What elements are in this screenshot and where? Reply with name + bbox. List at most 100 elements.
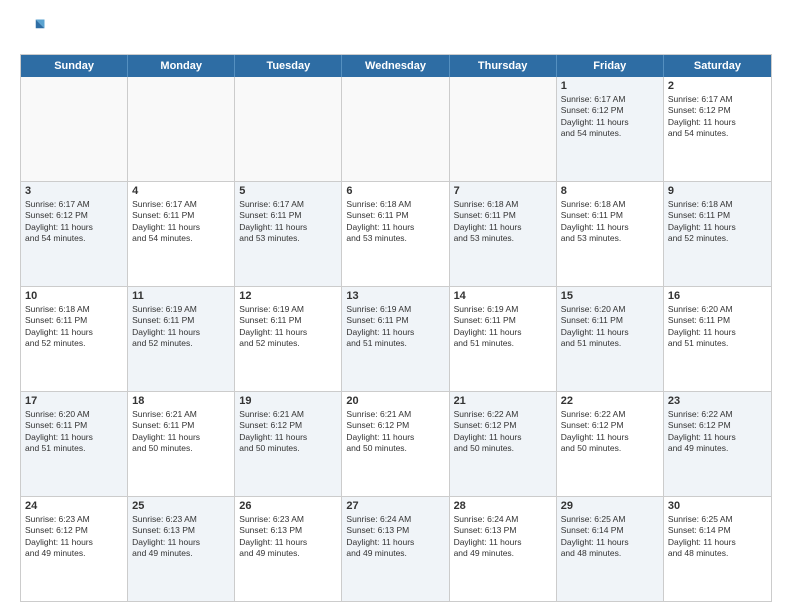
- cell-detail: Sunrise: 6:21 AM Sunset: 6:11 PM Dayligh…: [132, 409, 230, 455]
- calendar-cell: [235, 77, 342, 181]
- calendar-cell: [128, 77, 235, 181]
- calendar-body: 1 Sunrise: 6:17 AM Sunset: 6:12 PM Daylig…: [21, 77, 771, 601]
- cell-detail: Sunrise: 6:17 AM Sunset: 6:12 PM Dayligh…: [561, 94, 659, 140]
- calendar-cell: 29 Sunrise: 6:25 AM Sunset: 6:14 PM Dayli…: [557, 497, 664, 601]
- calendar-row: 1 Sunrise: 6:17 AM Sunset: 6:12 PM Daylig…: [21, 77, 771, 182]
- calendar-cell: 9Sunrise: 6:18 AM Sunset: 6:11 PM Daylig…: [664, 182, 771, 286]
- header: [20, 16, 772, 44]
- cell-detail: Sunrise: 6:20 AM Sunset: 6:11 PM Dayligh…: [561, 304, 659, 350]
- calendar-cell: [342, 77, 449, 181]
- cell-detail: Sunrise: 6:18 AM Sunset: 6:11 PM Dayligh…: [561, 199, 659, 245]
- calendar-cell: [21, 77, 128, 181]
- day-number: 25: [132, 500, 230, 512]
- day-number: 11: [132, 290, 230, 302]
- day-number: 20: [346, 395, 444, 407]
- calendar-cell: 20 Sunrise: 6:21 AM Sunset: 6:12 PM Dayli…: [342, 392, 449, 496]
- weekday-header: Tuesday: [235, 55, 342, 77]
- cell-detail: Sunrise: 6:22 AM Sunset: 6:12 PM Dayligh…: [454, 409, 552, 455]
- weekday-header: Friday: [557, 55, 664, 77]
- page: SundayMondayTuesdayWednesdayThursdayFrid…: [0, 0, 792, 612]
- calendar-cell: 27 Sunrise: 6:24 AM Sunset: 6:13 PM Dayli…: [342, 497, 449, 601]
- calendar-cell: 28 Sunrise: 6:24 AM Sunset: 6:13 PM Dayli…: [450, 497, 557, 601]
- calendar-cell: 22 Sunrise: 6:22 AM Sunset: 6:12 PM Dayli…: [557, 392, 664, 496]
- cell-detail: Sunrise: 6:24 AM Sunset: 6:13 PM Dayligh…: [346, 514, 444, 560]
- calendar-cell: 13 Sunrise: 6:19 AM Sunset: 6:11 PM Dayli…: [342, 287, 449, 391]
- calendar-cell: 12 Sunrise: 6:19 AM Sunset: 6:11 PM Dayli…: [235, 287, 342, 391]
- calendar: SundayMondayTuesdayWednesdayThursdayFrid…: [20, 54, 772, 602]
- day-number: 23: [668, 395, 767, 407]
- weekday-header: Thursday: [450, 55, 557, 77]
- weekday-header: Monday: [128, 55, 235, 77]
- day-number: 14: [454, 290, 552, 302]
- day-number: 15: [561, 290, 659, 302]
- cell-detail: Sunrise: 6:23 AM Sunset: 6:13 PM Dayligh…: [239, 514, 337, 560]
- calendar-cell: 23Sunrise: 6:22 AM Sunset: 6:12 PM Dayli…: [664, 392, 771, 496]
- day-number: 21: [454, 395, 552, 407]
- day-number: 28: [454, 500, 552, 512]
- weekday-header: Sunday: [21, 55, 128, 77]
- calendar-row: 10 Sunrise: 6:18 AM Sunset: 6:11 PM Dayli…: [21, 287, 771, 392]
- cell-detail: Sunrise: 6:19 AM Sunset: 6:11 PM Dayligh…: [346, 304, 444, 350]
- calendar-row: 3Sunrise: 6:17 AM Sunset: 6:12 PM Daylig…: [21, 182, 771, 287]
- calendar-row: 17Sunrise: 6:20 AM Sunset: 6:11 PM Dayli…: [21, 392, 771, 497]
- day-number: 10: [25, 290, 123, 302]
- calendar-cell: 15 Sunrise: 6:20 AM Sunset: 6:11 PM Dayli…: [557, 287, 664, 391]
- day-number: 5: [239, 185, 337, 197]
- calendar-cell: 16 Sunrise: 6:20 AM Sunset: 6:11 PM Dayli…: [664, 287, 771, 391]
- calendar-cell: 1 Sunrise: 6:17 AM Sunset: 6:12 PM Daylig…: [557, 77, 664, 181]
- cell-detail: Sunrise: 6:22 AM Sunset: 6:12 PM Dayligh…: [561, 409, 659, 455]
- cell-detail: Sunrise: 6:19 AM Sunset: 6:11 PM Dayligh…: [239, 304, 337, 350]
- cell-detail: Sunrise: 6:19 AM Sunset: 6:11 PM Dayligh…: [132, 304, 230, 350]
- day-number: 1: [561, 80, 659, 92]
- day-number: 24: [25, 500, 123, 512]
- logo: [20, 16, 52, 44]
- day-number: 2: [668, 80, 767, 92]
- calendar-cell: 25Sunrise: 6:23 AM Sunset: 6:13 PM Dayli…: [128, 497, 235, 601]
- day-number: 9: [668, 185, 767, 197]
- cell-detail: Sunrise: 6:17 AM Sunset: 6:11 PM Dayligh…: [132, 199, 230, 245]
- calendar-cell: 30Sunrise: 6:25 AM Sunset: 6:14 PM Dayli…: [664, 497, 771, 601]
- calendar-row: 24 Sunrise: 6:23 AM Sunset: 6:12 PM Dayli…: [21, 497, 771, 601]
- calendar-cell: 19Sunrise: 6:21 AM Sunset: 6:12 PM Dayli…: [235, 392, 342, 496]
- calendar-cell: 11 Sunrise: 6:19 AM Sunset: 6:11 PM Dayli…: [128, 287, 235, 391]
- cell-detail: Sunrise: 6:17 AM Sunset: 6:12 PM Dayligh…: [668, 94, 767, 140]
- logo-icon: [20, 16, 48, 44]
- day-number: 26: [239, 500, 337, 512]
- calendar-cell: 6 Sunrise: 6:18 AM Sunset: 6:11 PM Daylig…: [342, 182, 449, 286]
- day-number: 6: [346, 185, 444, 197]
- cell-detail: Sunrise: 6:18 AM Sunset: 6:11 PM Dayligh…: [454, 199, 552, 245]
- cell-detail: Sunrise: 6:23 AM Sunset: 6:12 PM Dayligh…: [25, 514, 123, 560]
- cell-detail: Sunrise: 6:25 AM Sunset: 6:14 PM Dayligh…: [561, 514, 659, 560]
- weekday-header: Wednesday: [342, 55, 449, 77]
- day-number: 22: [561, 395, 659, 407]
- calendar-cell: 4Sunrise: 6:17 AM Sunset: 6:11 PM Daylig…: [128, 182, 235, 286]
- weekday-header: Saturday: [664, 55, 771, 77]
- calendar-cell: 18 Sunrise: 6:21 AM Sunset: 6:11 PM Dayli…: [128, 392, 235, 496]
- calendar-cell: 14 Sunrise: 6:19 AM Sunset: 6:11 PM Dayli…: [450, 287, 557, 391]
- calendar-cell: 26 Sunrise: 6:23 AM Sunset: 6:13 PM Dayli…: [235, 497, 342, 601]
- cell-detail: Sunrise: 6:18 AM Sunset: 6:11 PM Dayligh…: [25, 304, 123, 350]
- day-number: 7: [454, 185, 552, 197]
- day-number: 19: [239, 395, 337, 407]
- day-number: 18: [132, 395, 230, 407]
- calendar-cell: 2 Sunrise: 6:17 AM Sunset: 6:12 PM Daylig…: [664, 77, 771, 181]
- day-number: 16: [668, 290, 767, 302]
- day-number: 29: [561, 500, 659, 512]
- calendar-cell: 17Sunrise: 6:20 AM Sunset: 6:11 PM Dayli…: [21, 392, 128, 496]
- calendar-cell: 10 Sunrise: 6:18 AM Sunset: 6:11 PM Dayli…: [21, 287, 128, 391]
- cell-detail: Sunrise: 6:20 AM Sunset: 6:11 PM Dayligh…: [25, 409, 123, 455]
- calendar-cell: 8 Sunrise: 6:18 AM Sunset: 6:11 PM Daylig…: [557, 182, 664, 286]
- day-number: 27: [346, 500, 444, 512]
- cell-detail: Sunrise: 6:20 AM Sunset: 6:11 PM Dayligh…: [668, 304, 767, 350]
- cell-detail: Sunrise: 6:21 AM Sunset: 6:12 PM Dayligh…: [346, 409, 444, 455]
- calendar-header: SundayMondayTuesdayWednesdayThursdayFrid…: [21, 55, 771, 77]
- day-number: 30: [668, 500, 767, 512]
- cell-detail: Sunrise: 6:18 AM Sunset: 6:11 PM Dayligh…: [346, 199, 444, 245]
- day-number: 12: [239, 290, 337, 302]
- calendar-cell: 21 Sunrise: 6:22 AM Sunset: 6:12 PM Dayli…: [450, 392, 557, 496]
- cell-detail: Sunrise: 6:17 AM Sunset: 6:12 PM Dayligh…: [25, 199, 123, 245]
- day-number: 13: [346, 290, 444, 302]
- cell-detail: Sunrise: 6:19 AM Sunset: 6:11 PM Dayligh…: [454, 304, 552, 350]
- cell-detail: Sunrise: 6:24 AM Sunset: 6:13 PM Dayligh…: [454, 514, 552, 560]
- day-number: 8: [561, 185, 659, 197]
